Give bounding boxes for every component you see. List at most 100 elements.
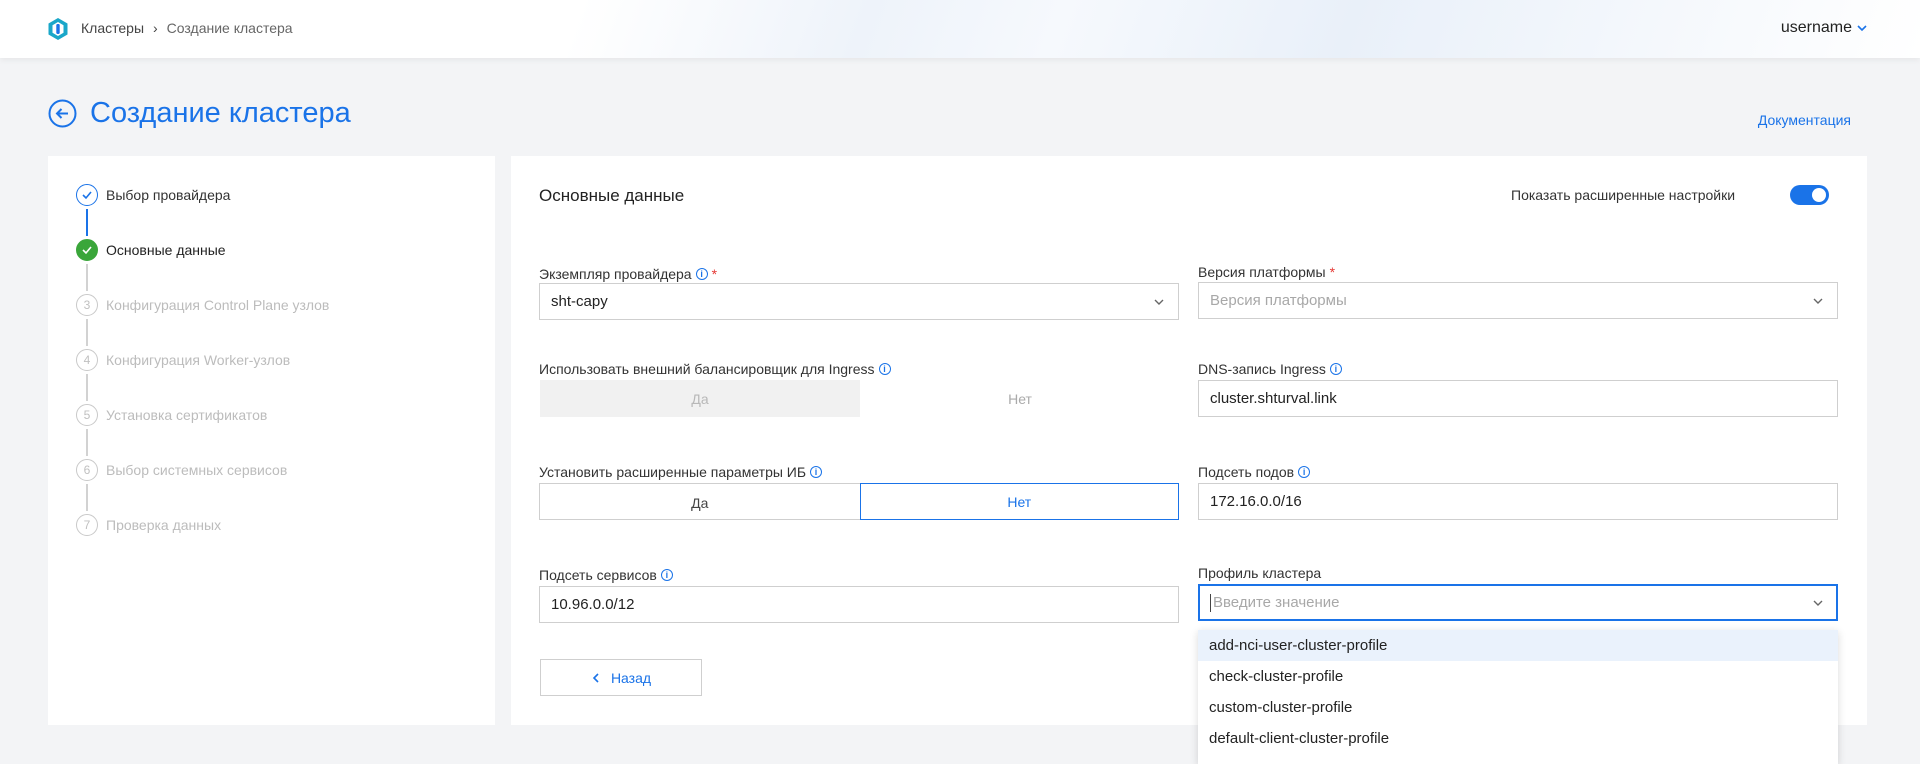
check-icon (76, 239, 98, 261)
step-connector (86, 374, 88, 401)
documentation-link[interactable]: Документация (1758, 112, 1851, 128)
cluster-profile-placeholder: Введите значение (1213, 594, 1340, 611)
external-lb-yes[interactable]: Да (540, 380, 860, 417)
dropdown-option[interactable]: add-nci-user-cluster-profile (1198, 630, 1838, 661)
back-button[interactable]: Назад (540, 659, 702, 696)
steps-panel: Выбор провайдера Основные данные 3 Конфи… (48, 156, 495, 725)
section-title: Основные данные (539, 186, 685, 205)
step-label: Основные данные (106, 242, 226, 258)
dropdown-option[interactable]: custom-cluster-profile (1198, 692, 1838, 723)
required-mark: * (1329, 264, 1336, 280)
back-arrow-icon[interactable] (48, 99, 77, 128)
breadcrumb-clusters-link[interactable]: Кластеры (81, 20, 144, 36)
provider-instance-select[interactable]: sht-capy (539, 283, 1179, 320)
dns-ingress-label: DNS-запись Ingress i (1198, 361, 1342, 377)
ib-params-label-text: Установить расширенные параметры ИБ (539, 464, 807, 480)
service-subnet-label-text: Подсеть сервисов (539, 567, 657, 583)
info-icon[interactable]: i (1329, 363, 1342, 375)
step-number: 4 (76, 349, 98, 371)
external-lb-label: Использовать внешний балансировщик для I… (539, 361, 891, 377)
info-icon[interactable]: i (878, 363, 891, 375)
dropdown-option[interactable]: check-cluster-profile (1198, 661, 1838, 692)
cluster-profile-combobox[interactable]: Введите значение (1198, 584, 1838, 621)
cluster-profile-label-text: Профиль кластера (1198, 565, 1322, 581)
advanced-settings-label: Показать расширенные настройки (1511, 187, 1736, 203)
ib-params-label: Установить расширенные параметры ИБ i (539, 464, 823, 480)
chevron-down-icon (1813, 298, 1823, 304)
chevron-left-icon (592, 672, 599, 683)
advanced-settings-toggle[interactable] (1790, 185, 1829, 205)
platform-version-label: Версия платформы * (1198, 264, 1335, 280)
platform-version-label-text: Версия платформы (1198, 264, 1326, 280)
dns-ingress-input[interactable]: cluster.shturval.link (1198, 380, 1838, 417)
breadcrumb-separator: › (153, 20, 158, 36)
step-connector (86, 319, 88, 346)
external-lb-segmented: Да Нет (540, 380, 1180, 417)
info-icon[interactable]: i (660, 569, 673, 581)
breadcrumb: Кластеры › Создание кластера (81, 20, 293, 36)
steps-list: Выбор провайдера Основные данные 3 Конфи… (76, 184, 329, 569)
step-label: Конфигурация Worker-узлов (106, 352, 291, 368)
breadcrumb-current: Создание кластера (166, 20, 293, 36)
provider-instance-value: sht-capy (551, 293, 608, 310)
dns-ingress-label-text: DNS-запись Ingress (1198, 361, 1326, 377)
platform-version-placeholder: Версия платформы (1210, 292, 1347, 309)
user-menu[interactable]: username (1781, 19, 1868, 37)
step-number: 5 (76, 404, 98, 426)
top-bar: Кластеры › Создание кластера username (0, 0, 1920, 58)
step-control-plane: 3 Конфигурация Control Plane узлов (76, 294, 329, 349)
toggle-knob (1812, 188, 1826, 202)
service-subnet-label: Подсеть сервисов i (539, 567, 673, 583)
step-number: 3 (76, 294, 98, 316)
info-icon[interactable]: i (1298, 466, 1311, 478)
pod-subnet-label: Подсеть подов i (1198, 464, 1311, 480)
provider-instance-label: Экземпляр провайдера i * (539, 266, 717, 282)
text-caret (1210, 593, 1211, 612)
cluster-profile-label: Профиль кластера (1198, 565, 1321, 581)
check-icon (76, 184, 98, 206)
app-logo-icon[interactable] (46, 17, 70, 41)
step-connector (86, 429, 88, 456)
step-connector (86, 209, 88, 236)
step-label: Проверка данных (106, 517, 222, 533)
dropdown-option[interactable]: default-client-cluster-profile (1198, 723, 1838, 754)
cluster-profile-dropdown: add-nci-user-cluster-profile check-clust… (1198, 630, 1838, 764)
service-subnet-input[interactable]: 10.96.0.0/12 (539, 586, 1179, 623)
chevron-down-icon (1154, 299, 1164, 305)
step-provider[interactable]: Выбор провайдера (76, 184, 329, 239)
page-title: Создание кластера (90, 97, 351, 129)
step-number: 7 (76, 514, 98, 536)
dns-ingress-value: cluster.shturval.link (1210, 390, 1337, 407)
step-label: Выбор провайдера (106, 187, 231, 203)
service-subnet-value: 10.96.0.0/12 (551, 596, 635, 613)
step-connector (86, 484, 88, 511)
external-lb-label-text: Использовать внешний балансировщик для I… (539, 361, 875, 377)
step-system-services: 6 Выбор системных сервисов (76, 459, 329, 514)
provider-instance-label-text: Экземпляр провайдера (539, 266, 692, 282)
username-label: username (1780, 19, 1852, 36)
step-label: Выбор системных сервисов (106, 462, 288, 478)
pod-subnet-value: 172.16.0.0/16 (1210, 493, 1302, 510)
info-icon[interactable]: i (810, 466, 823, 478)
pod-subnet-label-text: Подсеть подов (1198, 464, 1295, 480)
step-number: 6 (76, 459, 98, 481)
step-basic-data[interactable]: Основные данные (76, 239, 329, 294)
pod-subnet-input[interactable]: 172.16.0.0/16 (1198, 483, 1838, 520)
step-review: 7 Проверка данных (76, 514, 329, 569)
ib-params-yes[interactable]: Да (540, 484, 860, 521)
platform-version-select[interactable]: Версия платформы (1198, 282, 1838, 319)
step-worker: 4 Конфигурация Worker-узлов (76, 349, 329, 404)
ib-params-no[interactable]: Нет (859, 483, 1179, 520)
step-label: Установка сертификатов (106, 407, 268, 423)
info-icon[interactable]: i (695, 268, 708, 280)
chevron-down-icon (1813, 600, 1823, 606)
required-mark: * (711, 266, 718, 282)
step-label: Конфигурация Control Plane узлов (106, 297, 330, 313)
chevron-down-icon (1857, 25, 1867, 32)
ib-params-segmented: Да Нет (539, 483, 1179, 520)
back-button-label: Назад (610, 669, 652, 686)
page-header: Создание кластера (48, 97, 351, 130)
step-certificates: 5 Установка сертификатов (76, 404, 329, 459)
step-connector (86, 264, 88, 291)
external-lb-no[interactable]: Нет (860, 380, 1180, 417)
